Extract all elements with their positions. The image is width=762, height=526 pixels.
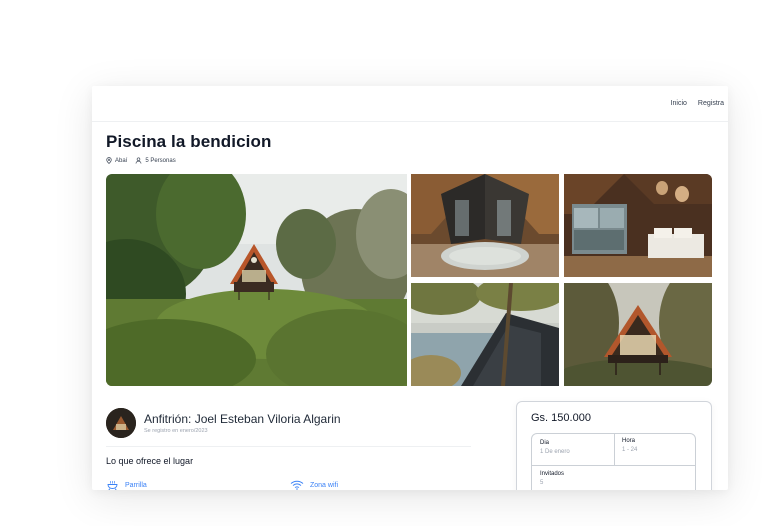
gallery-photo-cabin[interactable] xyxy=(564,283,712,386)
booking-form: Dia 1 De enero Hora 1 - 24 Invitados 5 xyxy=(531,433,696,490)
date-label: Dia xyxy=(540,440,550,446)
amenity-item: Parrilla xyxy=(106,480,147,490)
gallery-photo-jacuzzi[interactable] xyxy=(411,174,559,277)
offers-title: Lo que ofrece el lugar xyxy=(106,456,194,466)
date-value: 1 De enero xyxy=(540,449,570,455)
capacity-text: 5 Personas xyxy=(145,157,176,164)
price: Gs. 150.000 xyxy=(531,412,591,424)
host-section: Anfitrión: Joel Esteban Viloria Algarin … xyxy=(106,408,341,438)
host-name: Anfitrión: Joel Esteban Viloria Algarin xyxy=(144,412,341,426)
person-icon xyxy=(135,157,142,164)
avatar[interactable] xyxy=(106,408,136,438)
amenity-item: Zona wifi xyxy=(290,480,338,490)
location-text: Abaí xyxy=(115,157,128,164)
date-field[interactable]: Dia 1 De enero xyxy=(540,440,570,455)
nav-registra-link[interactable]: Registra xyxy=(698,100,724,107)
amenity-label: Zona wifi xyxy=(310,481,339,489)
gallery-photo-main[interactable] xyxy=(106,174,407,386)
guests-label: Invitados xyxy=(540,471,565,477)
time-value: 1 - 24 xyxy=(622,447,638,453)
gallery-photo-lake[interactable] xyxy=(411,283,559,386)
top-navigation: Inicio Registra xyxy=(92,86,728,122)
wifi-icon xyxy=(290,480,304,490)
listing-meta: Abaí 5 Personas xyxy=(106,157,176,164)
nav-inicio-link[interactable]: Inicio xyxy=(671,100,687,107)
booking-card: Gs. 150.000 Dia 1 De enero Hora 1 - 24 I… xyxy=(516,401,712,490)
guests-field[interactable]: Invitados 5 xyxy=(540,471,564,486)
page-title: Piscina la bendicion xyxy=(106,132,272,151)
section-divider xyxy=(106,446,471,447)
photo-gallery xyxy=(106,174,712,386)
location-pin-icon xyxy=(106,157,112,164)
field-divider xyxy=(614,434,615,465)
host-since: Se registro en enero/2023 xyxy=(144,428,208,434)
gallery-photo-bedroom[interactable] xyxy=(564,174,712,277)
time-field[interactable]: Hora 1 - 24 xyxy=(622,438,637,453)
guests-value: 5 xyxy=(540,480,544,486)
grill-icon xyxy=(107,480,118,490)
capacity-info: 5 Personas xyxy=(135,157,176,164)
browser-page: Inicio Registra Piscina la bendicion Aba… xyxy=(92,86,728,490)
location-info: Abaí xyxy=(106,157,127,164)
time-label: Hora xyxy=(622,438,636,444)
amenity-label: Parrilla xyxy=(125,482,147,489)
field-divider xyxy=(532,465,695,466)
